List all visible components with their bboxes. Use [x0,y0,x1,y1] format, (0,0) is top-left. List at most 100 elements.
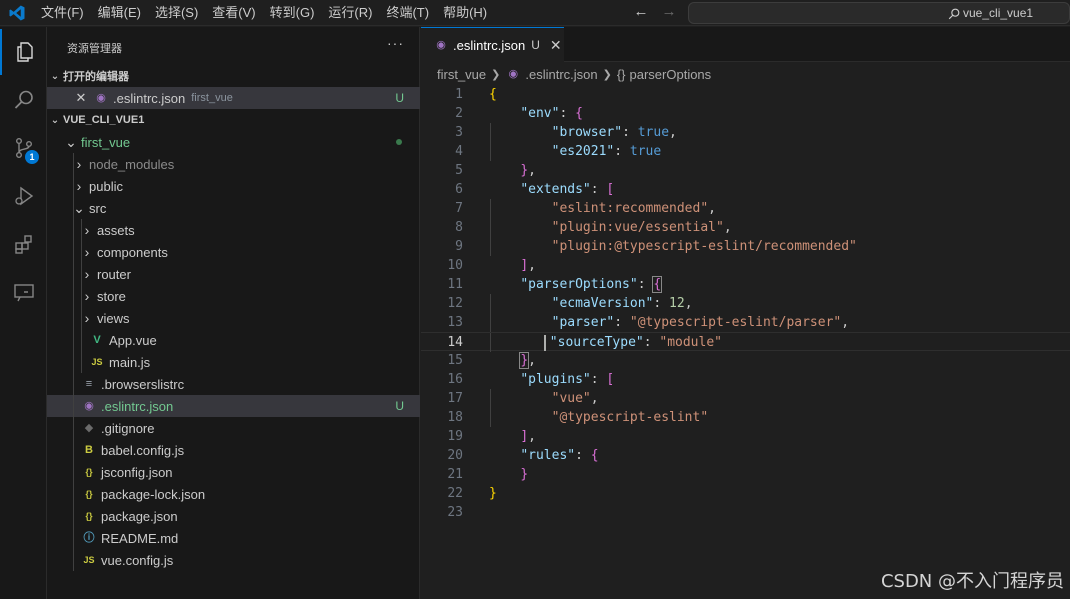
tab-eslintrc[interactable]: ◉ .eslintrc.json U ✕ [421,27,564,62]
menu-edit[interactable]: 编辑(E) [91,0,148,26]
tree-folder[interactable]: ⌄ src [47,197,420,219]
indent-guide [81,263,82,285]
activity-source-control[interactable]: 1 [0,125,47,171]
close-icon[interactable]: ✕ [73,90,89,106]
eslint-file-icon: ◉ [96,92,106,104]
tree-file[interactable]: ≡ .browserslistrc [47,373,420,395]
more-actions-icon[interactable]: ··· [387,35,404,51]
extensions-icon [14,235,32,254]
navigation-arrows: ← → [632,3,678,21]
indent-guide [73,153,74,175]
tree-folder[interactable]: › assets [47,219,420,241]
object-braces-icon: {} [616,66,626,82]
indent-guide [81,351,82,373]
tree-file[interactable]: ◉ .eslintrc.json U [47,395,420,417]
menu-view[interactable]: 查看(V) [205,0,262,26]
code-text: "parserOptions": { [520,276,663,293]
code-line: 21 } [421,465,1070,484]
code-text: "es2021": true [551,144,662,159]
menu-file[interactable]: 文件(F) [34,0,91,26]
code-text: ], [520,258,536,273]
info-icon: ⓘ [83,532,95,544]
tree-folder[interactable]: › router [47,263,420,285]
open-editor-label: .eslintrc.json [113,90,186,106]
indent-guide [81,219,82,241]
code-text: "extends": [ [520,182,615,197]
tree-file[interactable]: V App.vue [47,329,420,351]
code-line: 6 "extends": [ [421,180,1070,199]
tree-file[interactable]: JS main.js [47,351,420,373]
js-file-icon: JS [83,555,95,565]
code-editor[interactable]: 1{2 "env": {3 "browser": true, 4 "es2021"… [421,85,1070,599]
line-number: 5 [455,163,463,178]
line-number: 11 [447,277,463,292]
breadcrumb-symbol[interactable]: parserOptions [630,67,712,82]
tree-item-label: router [97,266,131,282]
workspace-header[interactable]: ⌄ VUE_CLI_VUE1 [47,109,420,131]
indent-guide [73,417,74,439]
tree-folder[interactable]: › store [47,285,420,307]
activity-bar: 1 [0,27,47,599]
forward-arrow-icon[interactable]: → [660,3,678,21]
indent-guide [73,197,74,219]
chevron-down-icon: ⌄ [50,114,60,126]
tree-item-label: babel.config.js [101,442,185,458]
line-number: 14 [447,335,463,350]
tree-file[interactable]: {} package-lock.json [47,483,420,505]
back-arrow-icon[interactable]: ← [632,3,650,21]
tree-folder[interactable]: › views [47,307,420,329]
activity-search[interactable] [0,77,47,123]
code-text: "rules": { [520,448,599,463]
code-text: "browser": true, [551,125,677,140]
code-text: ], [520,429,536,444]
indent-guide [73,527,74,549]
menu-go[interactable]: 转到(G) [263,0,322,26]
activity-extensions[interactable] [0,221,47,267]
json-file-icon: {} [85,511,93,521]
tree-item-label: first_vue [81,134,131,150]
tree-folder[interactable]: ⌄ first_vue [47,131,420,153]
open-editor-item[interactable]: ✕ ◉ .eslintrc.json first_vue U [47,87,420,109]
activity-run-debug[interactable] [0,173,47,219]
chevron-down-icon: ⌄ [50,70,60,82]
code-line: 3 "browser": true, [421,123,1070,142]
activity-explorer[interactable] [0,29,47,75]
close-icon[interactable]: ✕ [550,37,562,54]
tree-file[interactable]: ⓘ README.md [47,527,420,549]
git-file-icon: ◆ [84,422,94,434]
eslint-file-icon: ◉ [436,39,446,51]
open-editors-header[interactable]: ⌄ 打开的编辑器 [47,65,420,87]
tab-label: .eslintrc.json [453,37,526,53]
code-line: 9 "plugin:@typescript-eslint/recommended… [421,237,1070,256]
tree-folder[interactable]: › public [47,175,420,197]
line-number: 18 [447,410,463,425]
breadcrumb-file[interactable]: .eslintrc.json [525,67,597,82]
menu-bar: 文件(F) 编辑(E) 选择(S) 查看(V) 转到(G) 运行(R) 终端(T… [34,0,494,26]
eslint-file-icon: ◉ [508,68,519,80]
activity-remote-explorer[interactable] [0,269,47,315]
command-center[interactable]: vue_cli_vue1 [688,2,1070,24]
changes-dot-icon [396,139,402,145]
tree-file[interactable]: Bbabel.config.js [47,439,420,461]
tree-file[interactable]: {} package.json [47,505,420,527]
code-text: "plugin:@typescript-eslint/recommended" [551,239,857,254]
tree-folder[interactable]: › components [47,241,420,263]
tree-file[interactable]: ◆ .gitignore [47,417,420,439]
sidebar-header: 资源管理器 ··· [47,27,420,65]
line-number: 22 [447,486,463,501]
tree-folder[interactable]: › node_modules [47,153,420,175]
code-text: "sourceType": "module" [489,333,722,352]
menu-selection[interactable]: 选择(S) [148,0,205,26]
menu-help[interactable]: 帮助(H) [436,0,494,26]
code-text: "env": { [520,106,583,121]
menu-terminal[interactable]: 终端(T) [379,0,436,26]
search-icon [948,8,960,20]
breadcrumb: first_vue ❯ ◉ .eslintrc.json ❯ {} parser… [421,63,1070,85]
code-line: 11 "parserOptions": { [421,275,1070,294]
tree-file[interactable]: {} jsconfig.json [47,461,420,483]
tree-file[interactable]: JS vue.config.js [47,549,420,571]
remote-explorer-icon [13,284,34,302]
menu-run[interactable]: 运行(R) [321,0,379,26]
line-number: 2 [455,106,463,121]
breadcrumb-folder[interactable]: first_vue [437,67,486,82]
